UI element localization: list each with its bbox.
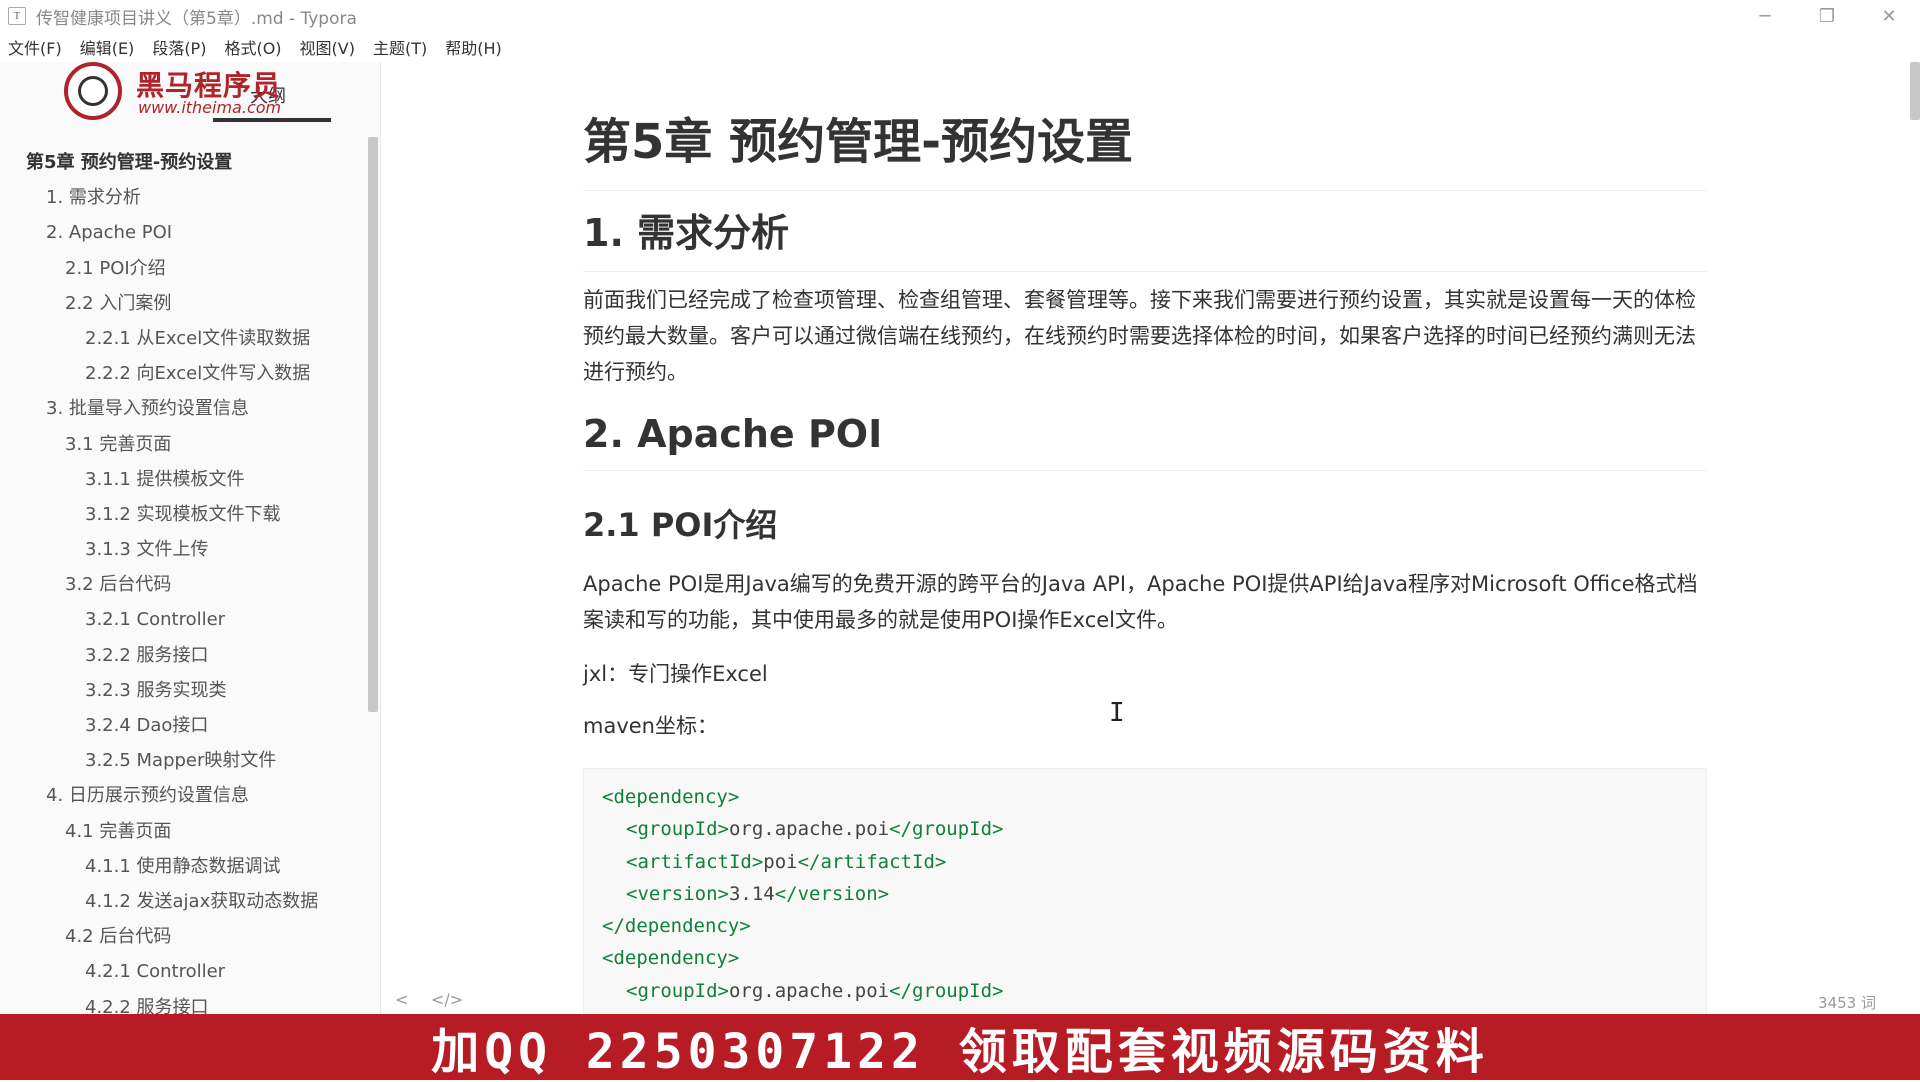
heading-requirements: 1. 需求分析 <box>583 202 1707 272</box>
outline-item[interactable]: 2. Apache POI <box>0 215 360 250</box>
heading-poi-intro: 2.1 POI介绍 <box>583 506 778 544</box>
outline-list: 第5章 预约管理-预约设置 1. 需求分析 2. Apache POI 2.1 POI… <box>0 145 360 1014</box>
sidebar-scrollbar[interactable] <box>368 137 378 712</box>
outline-item[interactable]: 第5章 预约管理-预约设置 <box>0 145 360 180</box>
menu-paragraph[interactable]: 段落(P) <box>152 35 206 59</box>
close-icon[interactable]: ✕ <box>1858 0 1920 32</box>
code-line: <artifactId>poi</artifactId> <box>602 846 1688 878</box>
code-line: <dependency> <box>602 942 1688 974</box>
code-close-tag: </artifactId> <box>797 850 947 873</box>
title-bar: T 传智健康项目讲义（第5章）.md - Typora ─ ❐ ✕ <box>0 0 1920 32</box>
outline-item[interactable]: 2.2.2 向Excel文件写入数据 <box>0 356 360 391</box>
promo-banner: 加QQ 2250307122 领取配套视频源码资料 <box>0 1014 1920 1080</box>
toggle-sidebar-button[interactable]: < <box>395 990 408 1009</box>
code-value: org.apache.poi <box>728 818 890 841</box>
outline-item[interactable]: 2.2 入门案例 <box>0 286 360 321</box>
outline-item[interactable]: 1. 需求分析 <box>0 180 360 215</box>
heading-apache-poi: 2. Apache POI <box>583 412 1707 471</box>
paragraph-jxl: jxl：专门操作Excel <box>583 662 768 686</box>
document-title: 第5章 预约管理-预约设置 <box>583 102 1707 191</box>
code-close-tag: </version> <box>774 882 890 905</box>
outline-item[interactable]: 3.2.4 Dao接口 <box>0 708 360 743</box>
restore-icon[interactable]: ❐ <box>1796 0 1858 32</box>
source-mode-button[interactable]: </> <box>431 990 463 1009</box>
outline-item[interactable]: 3.2 后台代码 <box>0 567 360 602</box>
sidebar: 大纲 第5章 预约管理-预约设置 1. 需求分析 2. Apache POI 2.1 … <box>0 62 381 1014</box>
outline-item[interactable]: 3.1.1 提供模板文件 <box>0 462 360 497</box>
code-open-tag: </dependency> <box>602 915 751 938</box>
outline-item[interactable]: 3.1 完善页面 <box>0 427 360 462</box>
outline-item[interactable]: 3.2.2 服务接口 <box>0 638 360 673</box>
code-block[interactable]: <dependency> <groupId>org.apache.poi</gro… <box>583 768 1707 1014</box>
outline-item[interactable]: 3. 批量导入预约设置信息 <box>0 391 360 426</box>
outline-item[interactable]: 4. 日历展示预约设置信息 <box>0 778 360 813</box>
minimize-icon[interactable]: ─ <box>1734 0 1796 32</box>
menu-format[interactable]: 格式(O) <box>224 35 281 59</box>
outline-item[interactable]: 2.2.1 从Excel文件读取数据 <box>0 321 360 356</box>
itheima-logo: 黑马程序员 www.itheima.com <box>62 62 312 122</box>
outline-item[interactable]: 4.1 完善页面 <box>0 814 360 849</box>
outline-item[interactable]: 4.2 后台代码 <box>0 919 360 954</box>
code-open-tag: <groupId> <box>626 818 729 841</box>
paragraph-poi-intro: Apache POI是用Java编写的免费开源的跨平台的Java API，Apa… <box>583 572 1698 632</box>
outline-item[interactable]: 3.1.3 文件上传 <box>0 532 360 567</box>
text-cursor-icon: I <box>1109 698 1125 728</box>
outline-item[interactable]: 4.1.1 使用静态数据调试 <box>0 849 360 884</box>
menu-help[interactable]: 帮助(H) <box>445 35 502 59</box>
window-title: 传智健康项目讲义（第5章）.md - Typora <box>36 8 357 29</box>
code-open-tag: <dependency> <box>602 786 740 808</box>
code-line: <dependency> <box>602 781 1688 813</box>
menu-theme[interactable]: 主题(T) <box>373 35 427 59</box>
menu-file[interactable]: 文件(F) <box>8 35 62 59</box>
menu-view[interactable]: 视图(V) <box>300 35 355 59</box>
code-open-tag: <dependency> <box>602 947 740 970</box>
outline-item[interactable]: 4.1.2 发送ajax获取动态数据 <box>0 884 360 919</box>
menu-bar: 文件(F) 编辑(E) 段落(P) 格式(O) 视图(V) 主题(T) 帮助(H… <box>0 32 1920 62</box>
menu-edit[interactable]: 编辑(E) <box>80 35 135 59</box>
promo-banner-text: 加QQ 2250307122 领取配套视频源码资料 <box>431 1024 1489 1080</box>
logo-url-text: www.itheima.com <box>138 98 282 117</box>
outline-item[interactable]: 3.2.1 Controller <box>0 602 360 637</box>
paragraph-maven: maven坐标： <box>583 714 718 738</box>
outline-item[interactable]: 3.2.3 服务实现类 <box>0 673 360 708</box>
code-line: <version>3.14</version> <box>602 878 1688 910</box>
outline-item[interactable]: 3.1.2 实现模板文件下载 <box>0 497 360 532</box>
paragraph-requirements: 前面我们已经完成了检查项管理、检查组管理、套餐管理等。接下来我们需要进行预约设置… <box>583 288 1696 384</box>
code-open-tag: <version> <box>626 882 729 905</box>
itheima-logo-emblem-icon <box>64 62 122 120</box>
code-value: poi <box>763 850 798 873</box>
code-value: 3.14 <box>728 882 775 905</box>
word-count[interactable]: 3453 词 <box>1818 992 1876 1013</box>
typora-app-icon: T <box>8 7 26 25</box>
outline-item[interactable]: 4.2.2 服务接口 <box>0 990 360 1015</box>
outline-item[interactable]: 3.2.5 Mapper映射文件 <box>0 743 360 778</box>
outline-item[interactable]: 2.1 POI介绍 <box>0 251 360 286</box>
code-open-tag: <artifactId> <box>626 850 764 873</box>
code-close-tag: </groupId> <box>889 818 1004 841</box>
code-line: </dependency> <box>602 910 1688 942</box>
status-bar: < </> 3453 词 <box>381 988 1920 1014</box>
code-line: <groupId>org.apache.poi</groupId> <box>602 813 1688 845</box>
outline-item[interactable]: 4.2.1 Controller <box>0 954 360 989</box>
editor-scrollbar[interactable] <box>1910 62 1920 120</box>
window-controls: ─ ❐ ✕ <box>1734 0 1920 32</box>
editor-area[interactable]: 第5章 预约管理-预约设置 1. 需求分析 前面我们已经完成了检查项管理、检查组… <box>381 62 1920 1014</box>
